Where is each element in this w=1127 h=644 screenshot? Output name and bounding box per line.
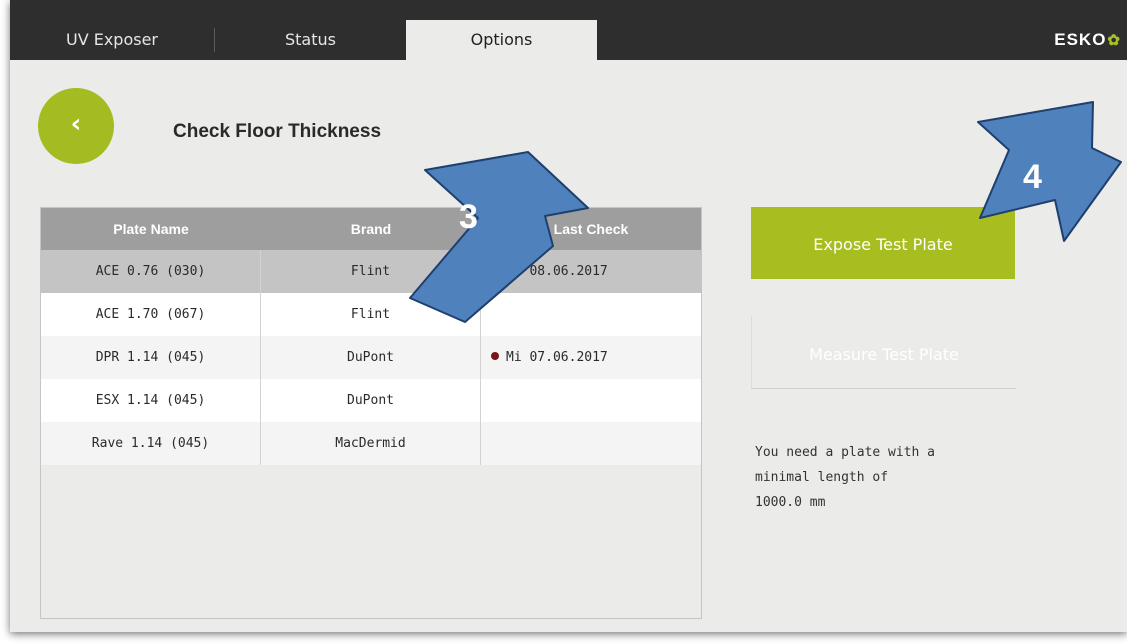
callout-arrows <box>409 101 1122 323</box>
callout-number-4: 4 <box>1023 158 1042 196</box>
callout-number-3: 3 <box>459 198 478 236</box>
callout-arrow-4-icon <box>977 101 1122 242</box>
callout-arrow-3-icon <box>409 151 589 323</box>
